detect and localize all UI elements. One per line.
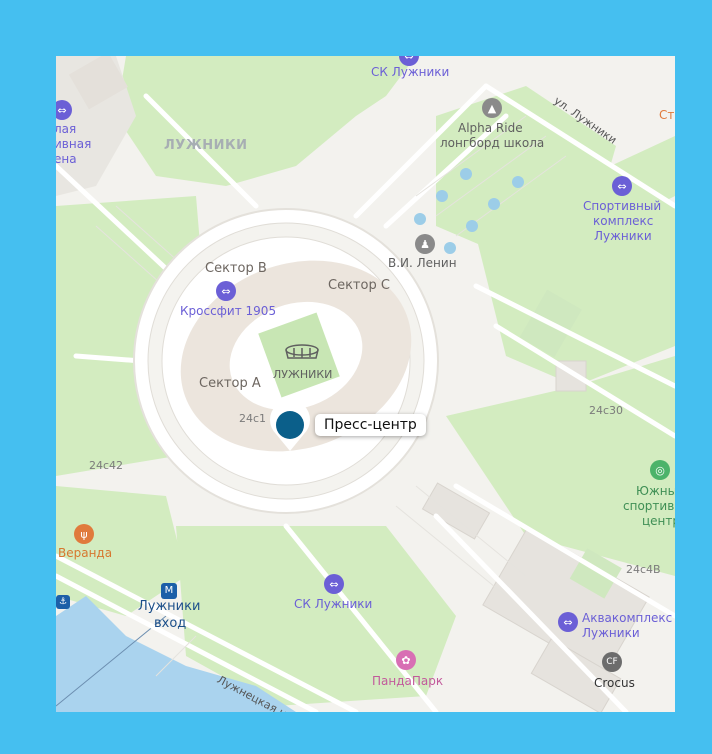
school-icon[interactable]: ▲	[482, 98, 502, 118]
label-24c1: 24с1	[239, 412, 267, 425]
label-south-3: центр	[642, 514, 675, 528]
label-24c30: 24с30	[589, 404, 624, 417]
label-south-2: спортив	[623, 499, 675, 513]
sport-icon[interactable]: ⇔	[558, 612, 578, 632]
label-left-2: ивная	[56, 137, 92, 151]
label-stadium[interactable]: ЛУЖНИКИ	[273, 367, 332, 382]
label-sector-a: Сектор A	[199, 376, 261, 391]
metro-icon[interactable]: M	[161, 583, 177, 599]
mall-icon[interactable]: CF	[602, 652, 622, 672]
sport-icon[interactable]: ⇔	[324, 574, 344, 594]
monument-icon[interactable]: ♟	[415, 234, 435, 254]
label-sport-complex-1[interactable]: Спортивный	[583, 199, 661, 214]
label-sector-c: Сектор C	[328, 278, 390, 293]
restaurant-icon[interactable]: ψ	[74, 524, 94, 544]
label-area-luzhniki: ЛУЖНИКИ	[164, 138, 248, 153]
label-st-cut[interactable]: Ст	[659, 108, 674, 122]
label-sport-complex-2: комплекс	[593, 214, 654, 228]
label-south-1[interactable]: Южны	[636, 484, 675, 499]
crocus-badge: CF	[606, 657, 618, 667]
sport-icon[interactable]: ⇔	[612, 176, 632, 196]
label-crossfit[interactable]: Кроссфит 1905	[180, 304, 276, 319]
sport-icon[interactable]: ⇔	[216, 281, 236, 301]
label-24c42: 24с42	[89, 459, 124, 472]
label-sector-b: Сектор B	[205, 261, 267, 276]
label-veranda[interactable]: Веранда	[58, 546, 112, 560]
label-metro-1[interactable]: Лужники	[138, 599, 200, 615]
map-frame: ⇔ ▲ ⇔ ⇔ ♟ ⇔ ◎ ψ ⇔ ⇔ ✿ CF M ⚓ СК Лужники …	[0, 0, 712, 754]
label-pandapark[interactable]: ПандаПарк	[372, 674, 443, 688]
label-metro-2: вход	[154, 616, 187, 631]
park-icon[interactable]: ✿	[396, 650, 416, 670]
label-alpha-ride[interactable]: Alpha Ride	[458, 121, 523, 136]
label-24c4b: 24с4В	[626, 563, 661, 576]
label-alpha-ride-sub: лонгборд школа	[440, 136, 545, 150]
label-sk-luzhniki-top[interactable]: СК Лужники	[371, 65, 449, 80]
location-marker-dot	[276, 411, 304, 439]
label-crocus[interactable]: Crocus	[594, 676, 635, 690]
label-aqua-1[interactable]: Аквакомплекс	[582, 611, 672, 626]
label-lenin[interactable]: В.И. Ленин	[388, 256, 457, 271]
label-sk-luzhniki-bottom[interactable]: СК Лужники	[294, 597, 372, 612]
anchor-icon[interactable]: ⚓	[56, 595, 70, 609]
marker-callout[interactable]: Пресс-центр	[315, 414, 426, 436]
label-left-3: ена	[56, 152, 77, 166]
label-left-1[interactable]: лая	[56, 122, 76, 137]
map-view[interactable]: ⇔ ▲ ⇔ ⇔ ♟ ⇔ ◎ ψ ⇔ ⇔ ✿ CF M ⚓ СК Лужники …	[56, 56, 675, 712]
stadium-icon[interactable]: ◎	[650, 460, 670, 480]
label-aqua-2: Лужники	[582, 626, 640, 640]
label-sport-complex-3: Лужники	[594, 229, 652, 243]
